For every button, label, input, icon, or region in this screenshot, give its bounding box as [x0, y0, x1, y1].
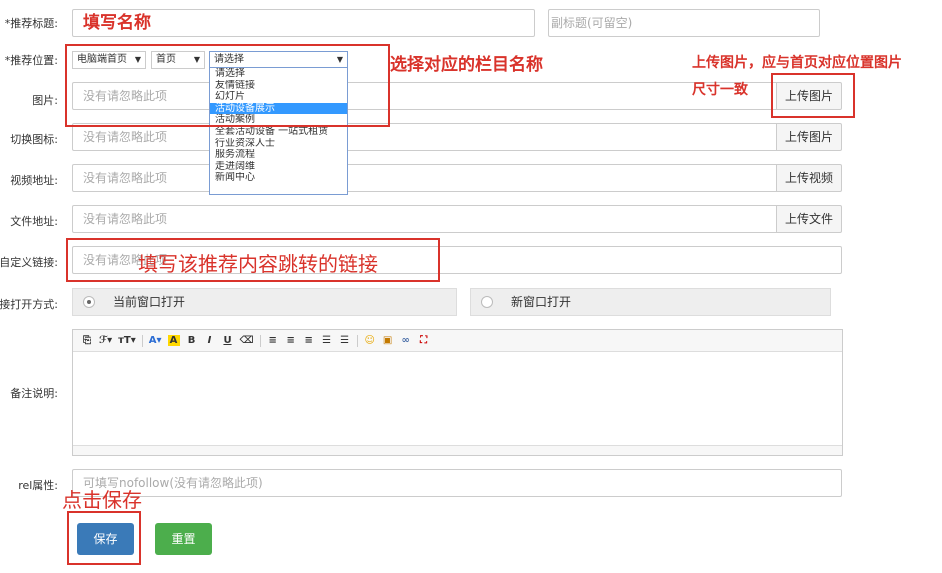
highlight-icon[interactable]: A	[167, 335, 180, 346]
annotation-save-tip: 点击保存	[62, 488, 142, 512]
open-mode-label: 链接打开方式:	[0, 298, 58, 311]
ordered-list-icon[interactable]: ☰	[321, 335, 333, 346]
annotation-link-tip: 填写该推荐内容跳转的链接	[138, 252, 378, 276]
open-current-option[interactable]: 当前窗口打开	[72, 288, 457, 316]
align-center-icon[interactable]: ≡	[285, 335, 297, 346]
open-current-label: 当前窗口打开	[113, 295, 186, 309]
toolbar-divider	[356, 334, 358, 347]
clear-format-icon[interactable]: ⌫	[240, 335, 254, 346]
italic-icon[interactable]: I	[204, 335, 216, 346]
toolbar-divider	[259, 334, 261, 347]
dropdown-option[interactable]: 新闻中心	[210, 172, 347, 184]
title-label: *推荐标题:	[4, 17, 58, 30]
link-icon[interactable]: ∞	[400, 335, 412, 346]
file-upload-button[interactable]: 上传文件	[776, 205, 842, 233]
video-label: 视频地址:	[10, 174, 58, 187]
align-right-icon[interactable]: ≡	[303, 335, 315, 346]
remark-editor[interactable]: ⎘ ℱ▾ тT▾ A▾ A B I U ⌫ ≡ ≡ ≡ ☰ ☰ ☺ ▣ ∞ ⛶	[72, 329, 843, 456]
dropdown-option[interactable]: 全套活动设备 一站式租赁	[210, 126, 347, 138]
radio-checked-icon	[83, 296, 95, 308]
annotation-box-upload	[771, 73, 855, 118]
switch-icon-input[interactable]: 没有请忽略此项	[72, 123, 778, 151]
font-color-icon[interactable]: A▾	[149, 335, 162, 346]
switch-icon-label: 切换图标:	[10, 133, 58, 146]
annotation-box-position	[65, 44, 390, 127]
annotation-upload-tip-2: 尺寸一致	[692, 82, 748, 98]
annotation-upload-tip-1: 上传图片，应与首页对应位置图片	[692, 55, 902, 71]
image-icon[interactable]: ▣	[382, 335, 394, 346]
align-left-icon[interactable]: ≡	[267, 335, 279, 346]
open-new-option[interactable]: 新窗口打开	[470, 288, 831, 316]
position-label: *推荐位置:	[4, 54, 58, 67]
annotation-box-save	[67, 511, 141, 565]
title-input[interactable]: 填写名称	[72, 9, 535, 37]
dropdown-option[interactable]: 服务流程	[210, 149, 347, 161]
font-family-icon[interactable]: ℱ▾	[99, 335, 112, 346]
editor-toolbar: ⎘ ℱ▾ тT▾ A▾ A B I U ⌫ ≡ ≡ ≡ ☰ ☰ ☺ ▣ ∞ ⛶	[73, 330, 842, 352]
remark-label: 备注说明:	[10, 387, 58, 400]
unordered-list-icon[interactable]: ☰	[339, 335, 351, 346]
emoji-icon[interactable]: ☺	[364, 335, 376, 346]
open-new-label: 新窗口打开	[511, 295, 572, 309]
radio-unchecked-icon	[481, 296, 493, 308]
font-size-icon[interactable]: тT▾	[118, 335, 136, 346]
source-icon[interactable]: ⎘	[81, 335, 93, 346]
reset-button[interactable]: 重置	[155, 523, 212, 555]
dropdown-option[interactable]: 走进阔维	[210, 161, 347, 173]
switch-icon-upload-button[interactable]: 上传图片	[776, 123, 842, 151]
image-label: 图片:	[32, 94, 58, 107]
link-label: 自定义链接:	[0, 256, 58, 269]
fullscreen-icon[interactable]: ⛶	[418, 335, 430, 346]
rel-input[interactable]: 可填写nofollow(没有请忽略此项)	[72, 469, 842, 497]
toolbar-divider	[141, 334, 143, 347]
video-upload-button[interactable]: 上传视频	[776, 164, 842, 192]
file-label: 文件地址:	[10, 215, 58, 228]
editor-resize-bar[interactable]	[73, 445, 842, 455]
bold-icon[interactable]: B	[186, 335, 198, 346]
underline-icon[interactable]: U	[222, 335, 234, 346]
file-input[interactable]: 没有请忽略此项	[72, 205, 778, 233]
dropdown-option[interactable]: 行业资深人士	[210, 138, 347, 150]
rel-label: rel属性:	[18, 479, 58, 492]
video-input[interactable]: 没有请忽略此项	[72, 164, 778, 192]
subtitle-input[interactable]: 副标题(可留空)	[548, 9, 820, 37]
annotation-select-column: 选择对应的栏目名称	[390, 55, 543, 75]
